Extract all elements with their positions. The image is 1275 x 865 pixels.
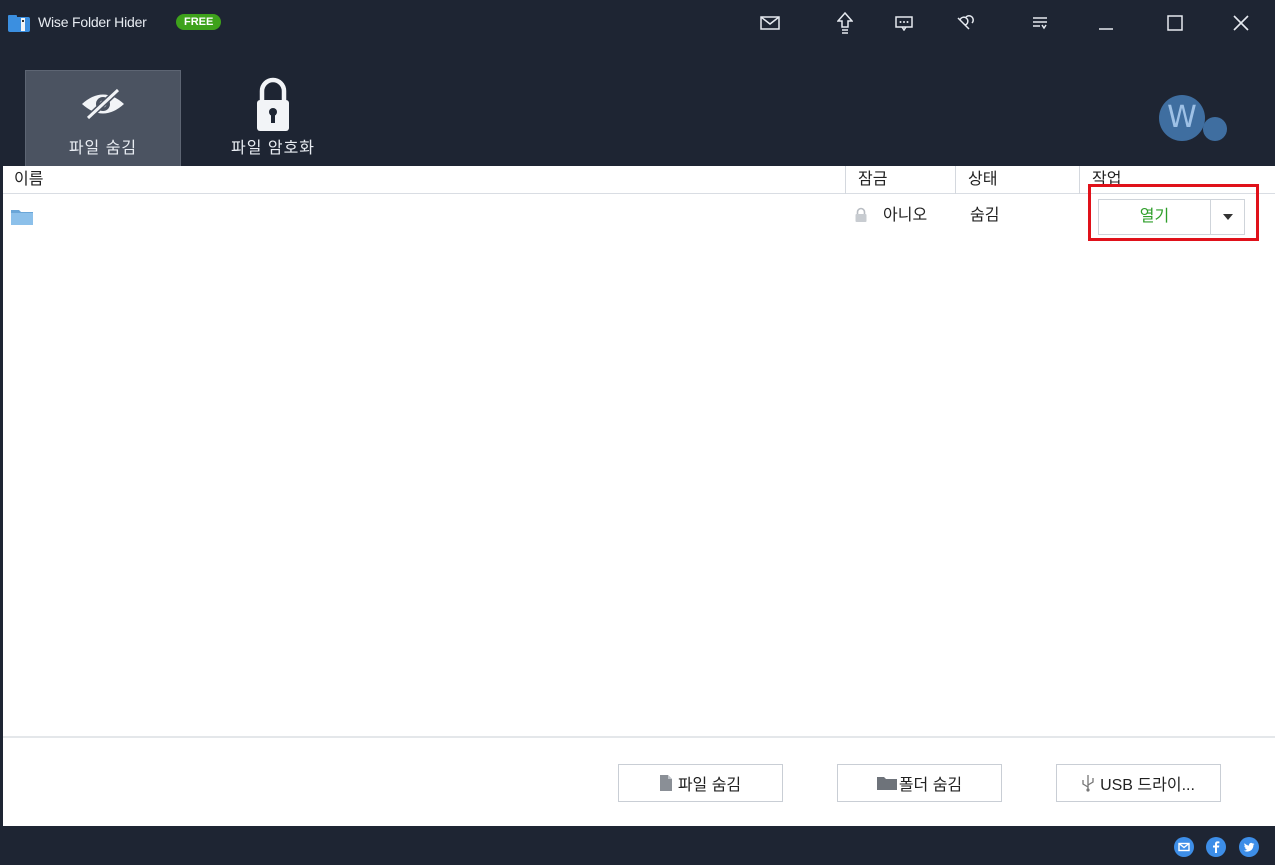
- minimize-icon[interactable]: [1089, 8, 1123, 38]
- mail-icon[interactable]: [753, 8, 787, 38]
- title-bar: Wise Folder Hider FREE: [0, 0, 1275, 46]
- folder-icon: [11, 210, 33, 225]
- tab-encrypt-file[interactable]: 파일 암호화: [205, 70, 341, 166]
- tab-hide-file[interactable]: 파일 숨김: [25, 70, 181, 166]
- lock-icon: [257, 77, 289, 131]
- table-row[interactable]: 아니오 숨김 열기: [3, 196, 1275, 236]
- upgrade-icon[interactable]: [828, 8, 862, 38]
- row-lock: 아니오: [883, 207, 928, 224]
- free-badge: FREE: [176, 14, 222, 30]
- footer: [0, 826, 1275, 865]
- open-dropdown-button[interactable]: [1211, 200, 1244, 234]
- column-status[interactable]: 상태: [955, 166, 1077, 194]
- settings-icon[interactable]: [948, 8, 982, 38]
- file-icon: [659, 775, 672, 791]
- tab-label: 파일 암호화: [230, 140, 316, 157]
- dropdown-arrow-icon: [1222, 214, 1233, 220]
- hidden-eye-icon: [82, 87, 124, 121]
- email-share-icon[interactable]: [1174, 837, 1194, 857]
- hide-file-label: 파일 숨김: [677, 777, 742, 794]
- column-name[interactable]: 이름: [3, 166, 843, 194]
- app-title: Wise Folder Hider: [38, 14, 147, 30]
- hide-folder-label: 폴더 숨김: [898, 777, 963, 794]
- usb-drive-label: USB 드라이...: [1100, 777, 1195, 794]
- bottom-action-bar: 파일 숨김 폴더 숨김 USB 드라이...: [3, 736, 1275, 826]
- close-icon[interactable]: [1224, 8, 1258, 38]
- hide-folder-button[interactable]: 폴더 숨김: [837, 764, 1002, 802]
- folder-icon: [876, 777, 897, 790]
- column-action[interactable]: 작업: [1079, 166, 1265, 194]
- column-lock[interactable]: 잠금: [845, 166, 953, 194]
- avatar-badge: [1203, 117, 1227, 141]
- list-header: 이름 잠금 상태 작업: [3, 166, 1275, 194]
- row-status: 숨김: [970, 207, 1000, 224]
- file-list-panel: 이름 잠금 상태 작업 아니오 숨김 열기 파일 숨김 폴더 숨김 USB 드라…: [3, 166, 1275, 826]
- feedback-icon[interactable]: [887, 8, 921, 38]
- usb-icon: [1082, 775, 1094, 792]
- menu-icon[interactable]: [1023, 8, 1057, 38]
- maximize-icon[interactable]: [1158, 8, 1192, 38]
- lock-status-icon: [855, 207, 867, 222]
- usb-drive-button[interactable]: USB 드라이...: [1056, 764, 1221, 802]
- hide-file-button[interactable]: 파일 숨김: [618, 764, 783, 802]
- open-button[interactable]: 열기: [1099, 200, 1211, 234]
- app-header: Wise Folder Hider FREE 파일 숨김 파일 암호화 W: [0, 0, 1275, 166]
- facebook-icon[interactable]: [1206, 837, 1226, 857]
- app-logo-icon: [8, 15, 30, 32]
- open-split-button: 열기: [1098, 199, 1245, 235]
- twitter-icon[interactable]: [1239, 837, 1259, 857]
- tab-label: 파일 숨김: [68, 140, 138, 157]
- avatar[interactable]: W: [1159, 95, 1205, 141]
